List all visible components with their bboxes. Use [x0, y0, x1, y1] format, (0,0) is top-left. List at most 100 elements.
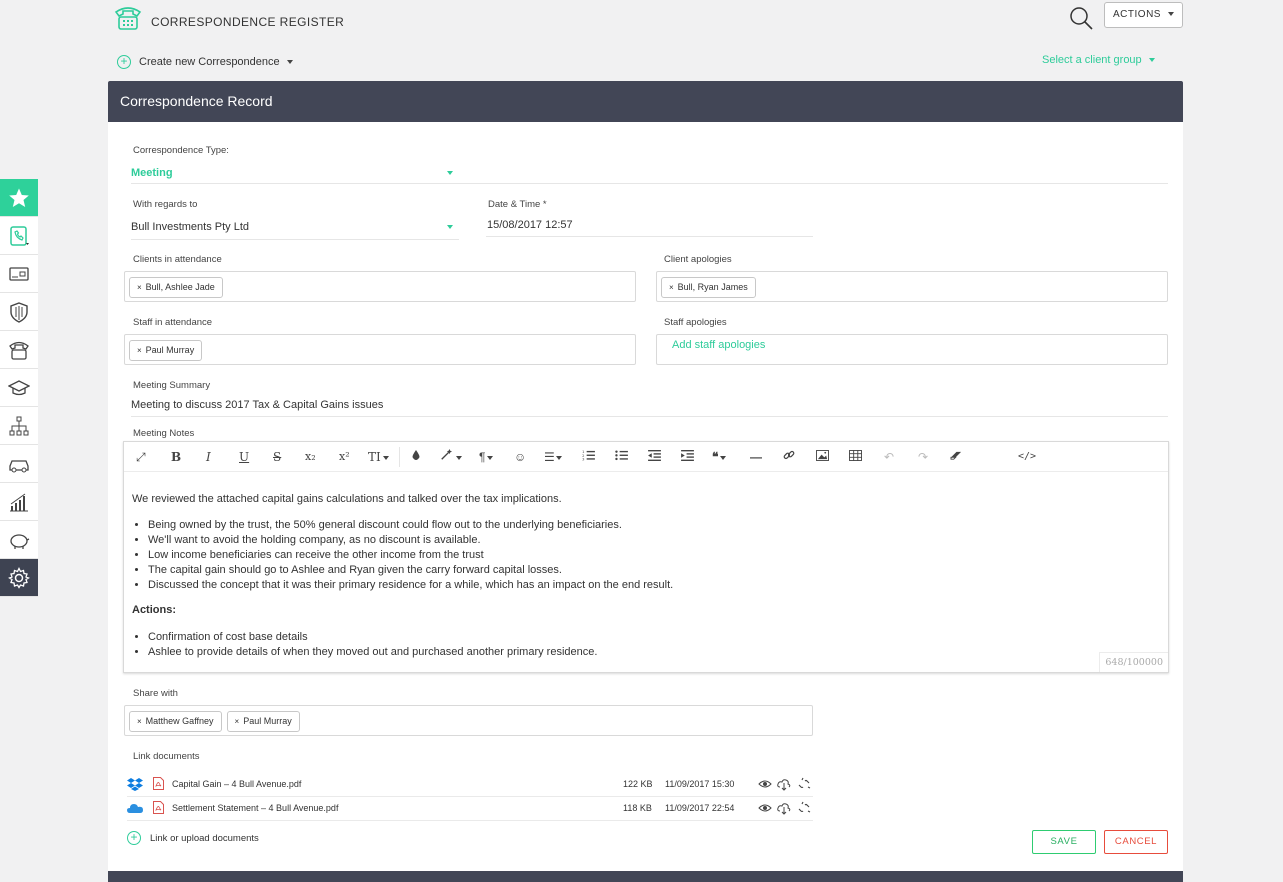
sidebar-item-cards[interactable] — [0, 255, 38, 293]
bold-button[interactable]: B — [171, 449, 181, 465]
undo-icon[interactable]: ↶ — [884, 449, 894, 465]
client-apologies-input[interactable]: × Bull, Ryan James — [656, 271, 1168, 302]
table-row[interactable]: Capital Gain – 4 Bull Avenue.pdf 122 KB … — [127, 773, 813, 797]
subscript-button[interactable]: x₂ — [305, 449, 316, 465]
eye-icon[interactable] — [758, 801, 772, 815]
link-icon[interactable] — [783, 449, 795, 465]
cloud-download-icon[interactable] — [777, 777, 791, 791]
list-item: Discussed the concept that it was their … — [148, 578, 1160, 593]
sidebar-item-education[interactable] — [0, 369, 38, 407]
magic-wand-icon[interactable] — [440, 449, 463, 465]
actions-button[interactable]: ACTIONS — [1104, 2, 1183, 28]
notes-intro: We reviewed the attached capital gains c… — [132, 493, 562, 505]
clients-attendance-input[interactable]: × Bull, Ashlee Jade — [124, 271, 636, 302]
code-view-icon[interactable]: </> — [1018, 449, 1036, 465]
chevron-down-icon — [286, 60, 293, 64]
unlink-icon[interactable] — [797, 777, 811, 791]
table-row[interactable]: Settlement Statement – 4 Bull Avenue.pdf… — [127, 797, 813, 821]
list-item: Being owned by the trust, the 50% genera… — [148, 518, 1160, 533]
redo-icon[interactable]: ↷ — [918, 449, 928, 465]
outdent-icon[interactable] — [648, 449, 661, 465]
staff-attendance-input[interactable]: × Paul Murray — [124, 334, 636, 365]
sidebar-item-vehicles[interactable] — [0, 445, 38, 483]
editor-content[interactable]: We reviewed the attached capital gains c… — [124, 472, 1168, 660]
sidebar-item-insurance[interactable] — [0, 293, 38, 331]
indent-icon[interactable] — [681, 449, 694, 465]
ordered-list-icon[interactable]: 123 — [582, 449, 595, 465]
italic-button[interactable]: I — [206, 449, 211, 465]
bullet-list-icon[interactable] — [615, 449, 628, 465]
svg-text:3: 3 — [582, 458, 585, 461]
sidebar-item-settings[interactable] — [0, 559, 38, 597]
close-icon[interactable]: × — [669, 283, 674, 292]
tag-client[interactable]: × Bull, Ashlee Jade — [129, 277, 223, 298]
strikethrough-button[interactable]: S — [273, 449, 281, 465]
sidebar-item-correspondence[interactable] — [0, 217, 38, 255]
datetime-input[interactable]: 15/08/2017 12:57 — [486, 215, 813, 237]
summary-input[interactable]: Meeting to discuss 2017 Tax & Capital Ga… — [131, 395, 1168, 417]
eye-icon[interactable] — [758, 777, 772, 791]
unlink-icon[interactable] — [797, 801, 811, 815]
link-docs-label: Link documents — [133, 751, 200, 762]
tag-label: Paul Murray — [243, 716, 292, 726]
list-item: Ashlee to provide details of when they m… — [148, 645, 1160, 660]
regards-select[interactable]: Bull Investments Pty Ltd — [131, 215, 459, 240]
superscript-button[interactable]: x² — [339, 449, 350, 465]
chevron-down-icon — [1148, 58, 1155, 63]
sidebar — [0, 179, 38, 597]
staff-apologies-input[interactable]: Add staff apologies — [656, 334, 1168, 365]
close-icon[interactable]: × — [137, 283, 142, 292]
align-icon[interactable]: ☰ — [544, 449, 562, 465]
tag-share[interactable]: × Paul Murray — [226, 711, 300, 732]
client-apologies-label: Client apologies — [664, 254, 732, 265]
tag-staff[interactable]: × Paul Murray — [129, 340, 203, 361]
plus-circle-icon: + — [117, 55, 131, 69]
sidebar-item-savings[interactable] — [0, 521, 38, 559]
doc-name[interactable]: Capital Gain – 4 Bull Avenue.pdf — [172, 779, 301, 789]
regards-label: With regards to — [133, 199, 198, 210]
summary-value: Meeting to discuss 2017 Tax & Capital Ga… — [131, 399, 384, 411]
correspondence-logo-icon — [113, 5, 143, 31]
tag-client[interactable]: × Bull, Ryan James — [661, 277, 756, 298]
list-item: Low income beneficiaries can receive the… — [148, 548, 1160, 563]
emoji-icon[interactable]: ☺ — [514, 449, 526, 465]
client-group-selector[interactable]: Select a client group — [1042, 54, 1155, 66]
doc-name[interactable]: Settlement Statement – 4 Bull Avenue.pdf — [172, 803, 338, 813]
quote-icon[interactable]: ❝ — [712, 449, 727, 465]
save-button[interactable]: SAVE — [1032, 830, 1096, 854]
search-icon[interactable] — [1068, 5, 1094, 31]
sidebar-item-phone[interactable] — [0, 331, 38, 369]
paragraph-format-icon[interactable]: ¶ — [479, 449, 494, 465]
link-upload-documents-button[interactable]: + Link or upload documents — [127, 831, 259, 845]
link-upload-label: Link or upload documents — [150, 832, 259, 844]
expand-icon[interactable]: ⤢ — [136, 449, 146, 465]
sidebar-item-reports[interactable] — [0, 483, 38, 521]
table-icon[interactable] — [849, 449, 862, 465]
cloud-download-icon[interactable] — [777, 801, 791, 815]
chevron-down-icon — [447, 171, 453, 175]
sidebar-item-structure[interactable] — [0, 407, 38, 445]
cancel-button[interactable]: CANCEL — [1104, 830, 1168, 854]
color-drop-icon[interactable] — [411, 449, 421, 465]
close-icon[interactable]: × — [137, 717, 142, 726]
clients-attendance-label: Clients in attendance — [133, 254, 222, 265]
meeting-notes-editor[interactable]: ⤢ B I U S x₂ x² TI ¶ ☺ ☰ 123 ❝ — ↶ ↷ </>… — [123, 441, 1169, 673]
font-size-button[interactable]: TI — [368, 449, 389, 465]
close-icon[interactable]: × — [235, 717, 240, 726]
tag-share[interactable]: × Matthew Gaffney — [129, 711, 222, 732]
phone-icon — [9, 341, 29, 360]
horizontal-line-icon[interactable]: — — [750, 449, 762, 465]
correspondence-type-select[interactable]: Meeting — [131, 161, 1168, 184]
create-new-correspondence-button[interactable]: + Create new Correspondence — [117, 55, 293, 69]
sidebar-item-favourites[interactable] — [0, 179, 38, 217]
chevron-down-icon — [382, 455, 389, 460]
editor-toolbar: ⤢ B I U S x₂ x² TI ¶ ☺ ☰ 123 ❝ — ↶ ↷ </> — [124, 442, 1168, 472]
graduation-cap-icon — [8, 379, 30, 395]
underline-button[interactable]: U — [239, 449, 249, 465]
chevron-down-icon — [1167, 12, 1174, 17]
share-with-input[interactable]: × Matthew Gaffney × Paul Murray — [124, 705, 813, 736]
eraser-icon[interactable] — [950, 449, 963, 465]
close-icon[interactable]: × — [137, 346, 142, 355]
image-icon[interactable] — [816, 449, 829, 465]
app-title: CORRESPONDENCE REGISTER — [151, 15, 345, 29]
